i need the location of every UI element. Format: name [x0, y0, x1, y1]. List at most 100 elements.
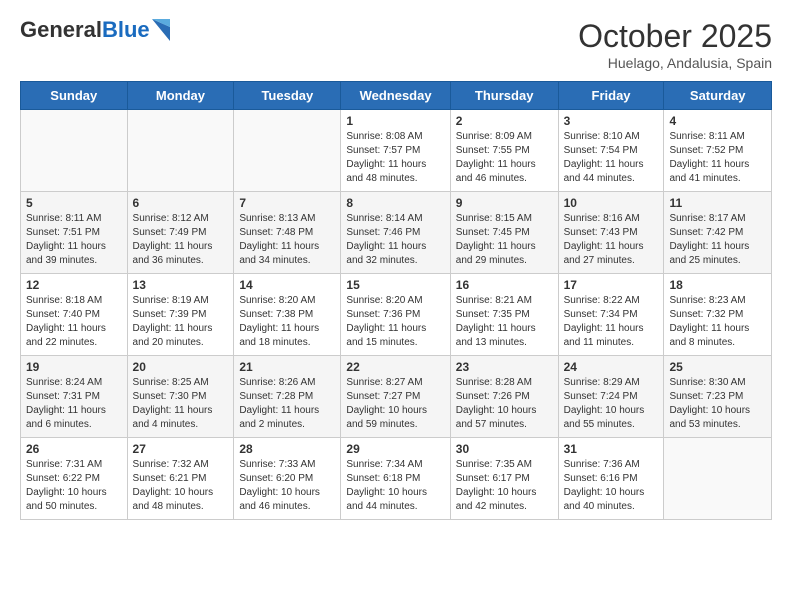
calendar-day-21: 21 Sunrise: 8:26 AMSunset: 7:28 PMDayligh… [234, 356, 341, 438]
day-header-tuesday: Tuesday [234, 82, 341, 110]
day-number: 5 [26, 196, 122, 210]
calendar-week-row: 5 Sunrise: 8:11 AMSunset: 7:51 PMDaylight… [21, 192, 772, 274]
day-info: Sunrise: 8:30 AMSunset: 7:23 PMDaylight:… [669, 376, 766, 432]
day-number: 25 [669, 360, 766, 374]
calendar-day-25: 25 Sunrise: 8:30 AMSunset: 7:23 PMDayligh… [664, 356, 772, 438]
day-header-sunday: Sunday [21, 82, 128, 110]
day-info: Sunrise: 7:33 AMSunset: 6:20 PMDaylight:… [239, 458, 335, 514]
calendar-day-2: 2Sunrise: 8:09 AMSunset: 7:55 PMDaylight… [450, 110, 558, 192]
day-info: Sunrise: 8:15 AMSunset: 7:45 PMDaylight:… [456, 212, 553, 268]
calendar-day-28: 28Sunrise: 7:33 AMSunset: 6:20 PMDayligh… [234, 438, 341, 520]
calendar-week-row: 26Sunrise: 7:31 AMSunset: 6:22 PMDayligh… [21, 438, 772, 520]
day-info: Sunrise: 7:36 AMSunset: 6:16 PMDaylight:… [564, 458, 659, 514]
day-number: 16 [456, 278, 553, 292]
day-header-wednesday: Wednesday [341, 82, 450, 110]
month-title: October 2025 [578, 18, 772, 55]
day-info: Sunrise: 8:19 AMSunset: 7:39 PMDaylight:… [133, 294, 229, 350]
calendar-week-row: 19 Sunrise: 8:24 AMSunset: 7:31 PMDayligh… [21, 356, 772, 438]
location: Huelago, Andalusia, Spain [578, 55, 772, 71]
logo: GeneralBlue [20, 18, 170, 42]
calendar-day-4: 4 Sunrise: 8:11 AMSunset: 7:52 PMDaylight… [664, 110, 772, 192]
day-number: 15 [346, 278, 444, 292]
day-number: 13 [133, 278, 229, 292]
logo-icon [152, 19, 170, 41]
calendar-day-12: 12Sunrise: 8:18 AMSunset: 7:40 PMDayligh… [21, 274, 128, 356]
day-number: 30 [456, 442, 553, 456]
day-info: Sunrise: 8:23 AMSunset: 7:32 PMDaylight:… [669, 294, 766, 350]
day-number: 9 [456, 196, 553, 210]
day-info: Sunrise: 8:28 AMSunset: 7:26 PMDaylight:… [456, 376, 553, 432]
day-info: Sunrise: 8:22 AMSunset: 7:34 PMDaylight:… [564, 294, 659, 350]
calendar-empty [664, 438, 772, 520]
day-info: Sunrise: 8:24 AMSunset: 7:31 PMDaylight:… [26, 376, 122, 432]
day-info: Sunrise: 7:35 AMSunset: 6:17 PMDaylight:… [456, 458, 553, 514]
day-info: Sunrise: 7:34 AMSunset: 6:18 PMDaylight:… [346, 458, 444, 514]
day-number: 11 [669, 196, 766, 210]
calendar-day-26: 26Sunrise: 7:31 AMSunset: 6:22 PMDayligh… [21, 438, 128, 520]
day-number: 8 [346, 196, 444, 210]
day-info: Sunrise: 8:13 AMSunset: 7:48 PMDaylight:… [239, 212, 335, 268]
day-header-friday: Friday [558, 82, 664, 110]
calendar-day-16: 16 Sunrise: 8:21 AMSunset: 7:35 PMDayligh… [450, 274, 558, 356]
day-number: 27 [133, 442, 229, 456]
day-info: Sunrise: 7:32 AMSunset: 6:21 PMDaylight:… [133, 458, 229, 514]
day-number: 23 [456, 360, 553, 374]
day-number: 29 [346, 442, 444, 456]
day-number: 18 [669, 278, 766, 292]
day-number: 3 [564, 114, 659, 128]
day-number: 7 [239, 196, 335, 210]
calendar-day-30: 30 Sunrise: 7:35 AMSunset: 6:17 PMDayligh… [450, 438, 558, 520]
day-number: 22 [346, 360, 444, 374]
calendar-day-18: 18 Sunrise: 8:23 AMSunset: 7:32 PMDayligh… [664, 274, 772, 356]
calendar-empty [21, 110, 128, 192]
day-info: Sunrise: 8:20 AMSunset: 7:36 PMDaylight:… [346, 294, 444, 350]
calendar-day-15: 15 Sunrise: 8:20 AMSunset: 7:36 PMDayligh… [341, 274, 450, 356]
calendar-day-17: 17 Sunrise: 8:22 AMSunset: 7:34 PMDayligh… [558, 274, 664, 356]
day-number: 14 [239, 278, 335, 292]
calendar-day-29: 29 Sunrise: 7:34 AMSunset: 6:18 PMDayligh… [341, 438, 450, 520]
calendar-day-1: 1Sunrise: 8:08 AMSunset: 7:57 PMDaylight… [341, 110, 450, 192]
logo-general: General [20, 17, 102, 42]
calendar-day-20: 20Sunrise: 8:25 AMSunset: 7:30 PMDayligh… [127, 356, 234, 438]
day-info: Sunrise: 8:17 AMSunset: 7:42 PMDaylight:… [669, 212, 766, 268]
day-number: 31 [564, 442, 659, 456]
calendar-day-3: 3 Sunrise: 8:10 AMSunset: 7:54 PMDaylight… [558, 110, 664, 192]
calendar-day-11: 11 Sunrise: 8:17 AMSunset: 7:42 PMDayligh… [664, 192, 772, 274]
calendar-empty [127, 110, 234, 192]
day-number: 4 [669, 114, 766, 128]
calendar-day-8: 8Sunrise: 8:14 AMSunset: 7:46 PMDaylight… [341, 192, 450, 274]
day-number: 24 [564, 360, 659, 374]
day-number: 2 [456, 114, 553, 128]
calendar-day-13: 13 Sunrise: 8:19 AMSunset: 7:39 PMDayligh… [127, 274, 234, 356]
day-info: Sunrise: 8:12 AMSunset: 7:49 PMDaylight:… [133, 212, 229, 268]
day-info: Sunrise: 8:29 AMSunset: 7:24 PMDaylight:… [564, 376, 659, 432]
day-number: 26 [26, 442, 122, 456]
calendar-day-14: 14 Sunrise: 8:20 AMSunset: 7:38 PMDayligh… [234, 274, 341, 356]
day-header-saturday: Saturday [664, 82, 772, 110]
day-info: Sunrise: 8:11 AMSunset: 7:52 PMDaylight:… [669, 130, 766, 186]
day-header-thursday: Thursday [450, 82, 558, 110]
day-number: 19 [26, 360, 122, 374]
day-info: Sunrise: 8:10 AMSunset: 7:54 PMDaylight:… [564, 130, 659, 186]
calendar-day-19: 19 Sunrise: 8:24 AMSunset: 7:31 PMDayligh… [21, 356, 128, 438]
day-number: 20 [133, 360, 229, 374]
calendar-week-row: 1Sunrise: 8:08 AMSunset: 7:57 PMDaylight… [21, 110, 772, 192]
day-number: 10 [564, 196, 659, 210]
day-info: Sunrise: 8:26 AMSunset: 7:28 PMDaylight:… [239, 376, 335, 432]
logo-blue: Blue [102, 17, 150, 42]
title-block: October 2025 Huelago, Andalusia, Spain [578, 18, 772, 71]
day-header-monday: Monday [127, 82, 234, 110]
calendar-day-6: 6Sunrise: 8:12 AMSunset: 7:49 PMDaylight… [127, 192, 234, 274]
day-info: Sunrise: 8:21 AMSunset: 7:35 PMDaylight:… [456, 294, 553, 350]
day-number: 17 [564, 278, 659, 292]
day-info: Sunrise: 8:16 AMSunset: 7:43 PMDaylight:… [564, 212, 659, 268]
calendar-day-27: 27 Sunrise: 7:32 AMSunset: 6:21 PMDayligh… [127, 438, 234, 520]
calendar: SundayMondayTuesdayWednesdayThursdayFrid… [20, 81, 772, 520]
calendar-day-31: 31 Sunrise: 7:36 AMSunset: 6:16 PMDayligh… [558, 438, 664, 520]
day-info: Sunrise: 8:11 AMSunset: 7:51 PMDaylight:… [26, 212, 122, 268]
day-info: Sunrise: 8:20 AMSunset: 7:38 PMDaylight:… [239, 294, 335, 350]
day-info: Sunrise: 8:08 AMSunset: 7:57 PMDaylight:… [346, 130, 444, 186]
day-number: 21 [239, 360, 335, 374]
calendar-day-7: 7 Sunrise: 8:13 AMSunset: 7:48 PMDaylight… [234, 192, 341, 274]
calendar-day-23: 23 Sunrise: 8:28 AMSunset: 7:26 PMDayligh… [450, 356, 558, 438]
